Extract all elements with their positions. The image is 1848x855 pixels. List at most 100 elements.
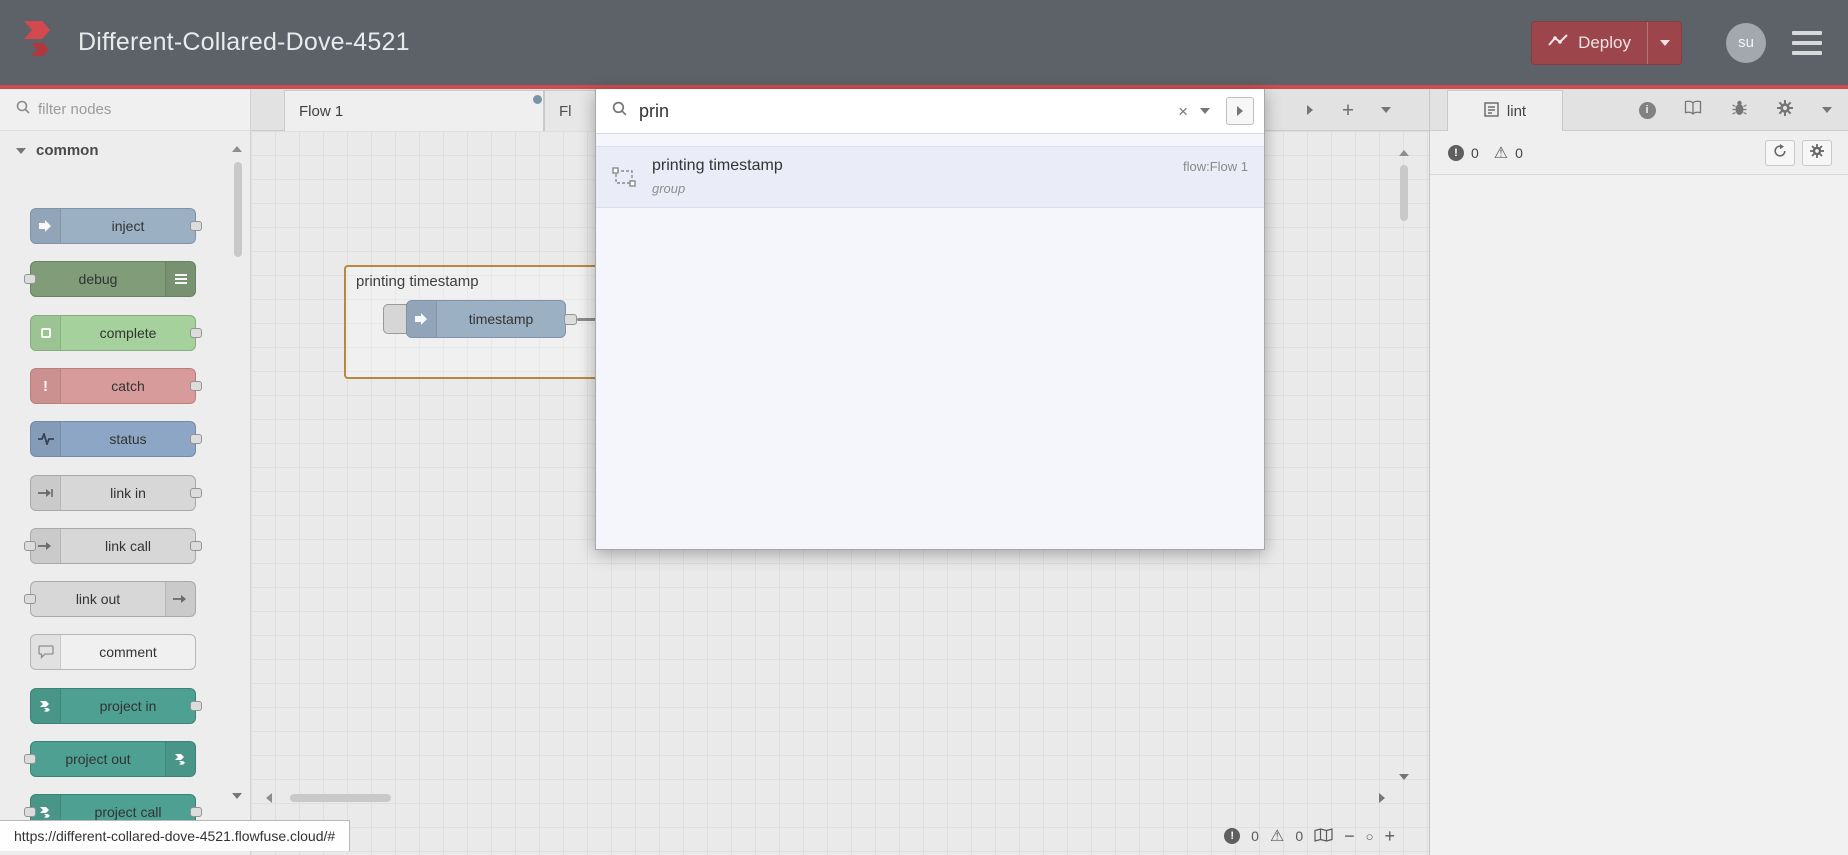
output-port — [190, 807, 202, 817]
palette-node-comment[interactable]: comment — [30, 634, 196, 670]
debug-icon — [165, 262, 195, 296]
bug-icon — [1731, 100, 1747, 121]
result-subtitle: group — [652, 181, 686, 196]
error-count: 0 — [1251, 828, 1259, 844]
palette-node-link-call[interactable]: link call — [24, 528, 202, 564]
lint-panel — [1430, 175, 1848, 855]
node-label: timestamp — [468, 311, 534, 327]
node-label: project in — [99, 698, 157, 714]
add-flow-button[interactable]: + — [1334, 96, 1362, 124]
canvas-scroll-down[interactable] — [1399, 774, 1409, 780]
palette-category-common[interactable]: common — [16, 142, 99, 159]
right-sidebar: lint i ! 0 ⚠ 0 — [1429, 89, 1848, 855]
lint-settings-button[interactable] — [1802, 140, 1832, 166]
warning-icon: ⚠ — [1269, 826, 1285, 845]
flow-node-timestamp[interactable]: timestamp — [406, 300, 566, 338]
palette-node-project-out[interactable]: project out — [24, 741, 196, 777]
canvas-hscrollbar-thumb[interactable] — [290, 794, 391, 802]
output-port — [190, 701, 202, 711]
clear-search-icon[interactable]: × — [1178, 103, 1188, 120]
result-title: printing timestamp — [652, 157, 783, 174]
tab-flow-1[interactable]: Flow 1 — [284, 90, 544, 131]
node-label: link out — [75, 591, 121, 607]
sidebar-tab-label: lint — [1506, 102, 1527, 120]
caret-right-icon — [1307, 105, 1313, 115]
inject-trigger-button[interactable] — [383, 304, 407, 334]
canvas-scroll-left[interactable] — [266, 793, 272, 803]
search-expand-button[interactable] — [1226, 97, 1254, 125]
lint-refresh-button[interactable] — [1765, 140, 1795, 166]
search-options-chevron-icon[interactable] — [1200, 108, 1210, 114]
zoom-in-button[interactable]: + — [1384, 827, 1395, 845]
tab-scroll-right-button[interactable] — [1296, 96, 1324, 124]
deploy-icon — [1548, 33, 1568, 53]
palette-scroll-up[interactable] — [232, 146, 242, 152]
sidebar-tabbar: lint i — [1430, 89, 1848, 131]
palette-node-debug[interactable]: debug — [24, 261, 196, 297]
canvas-vscrollbar-thumb[interactable] — [1400, 165, 1408, 221]
node-label: project out — [65, 751, 131, 767]
palette-node-status[interactable]: status — [30, 421, 202, 457]
output-port — [190, 381, 202, 391]
input-port — [24, 754, 36, 764]
palette-node-project-in[interactable]: project in — [30, 688, 202, 724]
gear-icon — [1777, 99, 1793, 121]
output-port — [190, 488, 202, 498]
palette-scroll-down[interactable] — [232, 793, 242, 799]
output-port — [190, 221, 202, 231]
info-icon: i — [1638, 101, 1656, 119]
group-label: printing timestamp — [356, 273, 479, 290]
project-logo-icon — [165, 742, 195, 776]
sidebar-menu-button[interactable] — [1813, 96, 1841, 124]
flow-list-button[interactable] — [1372, 96, 1400, 124]
output-port — [190, 434, 202, 444]
catch-icon: ! — [31, 369, 61, 403]
node-label: debug — [78, 271, 118, 287]
navigator-map-icon[interactable] — [1314, 827, 1333, 845]
node-label: link call — [105, 538, 151, 554]
lint-tools — [1765, 140, 1832, 166]
search-input[interactable] — [639, 100, 1167, 122]
filter-nodes-input[interactable] — [38, 101, 203, 118]
instance-title: Different-Collared-Dove-4521 — [78, 28, 410, 56]
category-label: common — [36, 142, 99, 159]
comment-bubble-icon — [31, 635, 61, 669]
browser-status-url: https://different-collared-dove-4521.flo… — [0, 820, 351, 851]
config-tab-button[interactable] — [1771, 96, 1799, 124]
lint-icon — [1484, 101, 1499, 121]
debug-tab-button[interactable] — [1725, 96, 1753, 124]
info-tab-button[interactable]: i — [1633, 96, 1661, 124]
refresh-icon — [1773, 143, 1787, 163]
sidebar-tab-lint[interactable]: lint — [1447, 90, 1563, 131]
status-pulse-icon — [31, 422, 61, 456]
deploy-button[interactable]: Deploy — [1531, 20, 1682, 65]
user-avatar[interactable]: su — [1726, 22, 1766, 63]
zoom-reset-button[interactable]: ○ — [1366, 830, 1374, 843]
canvas-scroll-right[interactable] — [1379, 793, 1385, 803]
canvas-footer: ! 0 ⚠ 0 − ○ + — [1224, 827, 1395, 845]
palette-node-inject[interactable]: inject — [30, 208, 202, 244]
palette-node-link-out[interactable]: link out — [24, 581, 196, 617]
group-icon — [612, 167, 636, 192]
palette-node-complete[interactable]: complete — [30, 315, 202, 351]
search-icon — [612, 101, 627, 121]
chevron-down-icon — [1381, 107, 1391, 113]
node-label: inject — [111, 218, 145, 234]
node-label: link in — [110, 485, 146, 501]
palette-node-catch[interactable]: ! catch — [30, 368, 202, 404]
deploy-options-button[interactable] — [1647, 21, 1681, 64]
canvas-scroll-up[interactable] — [1399, 150, 1409, 156]
palette-node-link-in[interactable]: link in — [30, 475, 202, 511]
output-port[interactable] — [564, 314, 577, 325]
chevron-down-icon — [16, 147, 26, 154]
link-icon — [31, 476, 61, 510]
main-menu-button[interactable] — [1792, 30, 1822, 55]
help-tab-button[interactable] — [1679, 96, 1707, 124]
search-dialog: × printing timestamp group flow:Flow 1 — [595, 89, 1265, 550]
search-result-item[interactable]: printing timestamp group flow:Flow 1 — [596, 146, 1264, 208]
caret-right-icon — [1237, 106, 1243, 116]
zoom-out-button[interactable]: − — [1344, 827, 1355, 845]
input-port — [24, 274, 36, 284]
complete-icon — [31, 316, 61, 350]
palette-scrollbar-thumb[interactable] — [234, 162, 242, 257]
